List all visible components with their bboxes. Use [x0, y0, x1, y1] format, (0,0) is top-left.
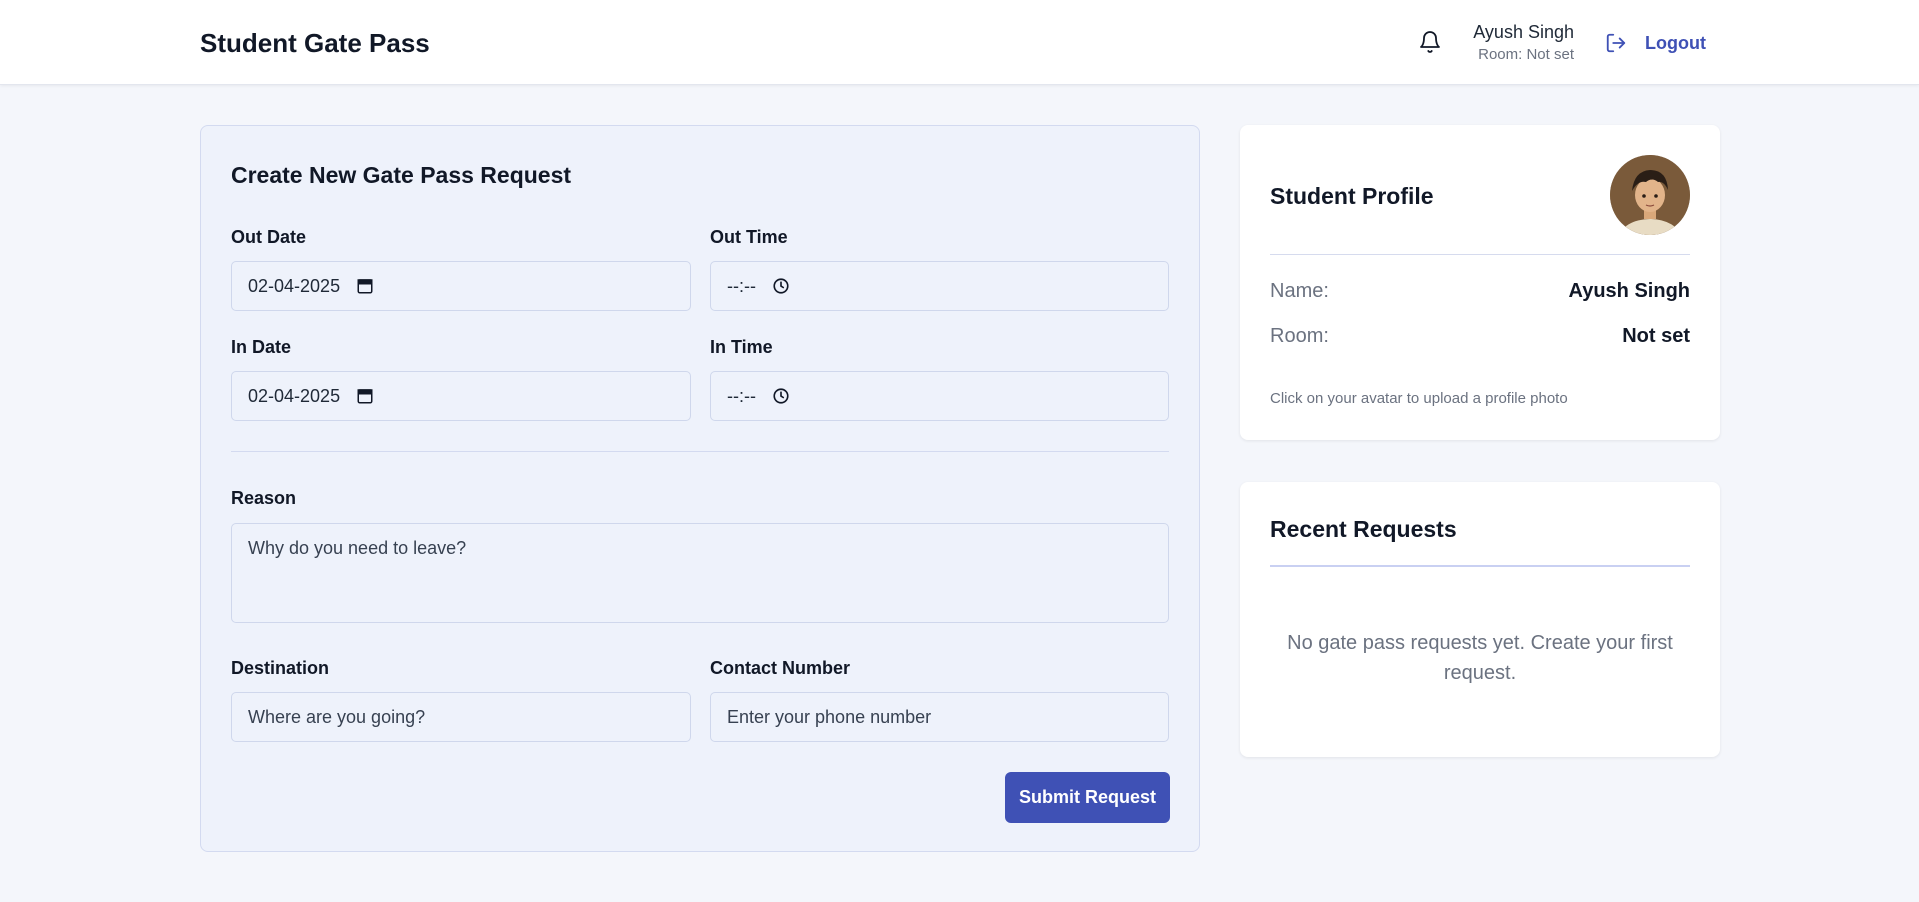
destination-label: Destination	[231, 658, 330, 678]
contact-placeholder: Enter your phone number	[727, 706, 932, 727]
recent-requests-card: Recent Requests No gate pass requests ye…	[1240, 482, 1720, 757]
logout-label: Logout	[1645, 32, 1706, 53]
destination-input[interactable]: Where are you going?	[231, 692, 691, 742]
recent-requests-title: Recent Requests	[1270, 516, 1457, 542]
clock-icon[interactable]	[772, 277, 790, 295]
out-time-input[interactable]: --:--	[710, 261, 1169, 311]
logout-button[interactable]: Logout	[1605, 30, 1706, 56]
calendar-icon[interactable]	[356, 387, 374, 405]
logout-icon	[1605, 32, 1627, 54]
out-time-label: Out Time	[710, 227, 788, 247]
form-divider	[231, 451, 1169, 452]
clock-icon[interactable]	[772, 387, 790, 405]
form-title: Create New Gate Pass Request	[231, 162, 572, 188]
out-date-value: 02-04-2025	[248, 275, 341, 296]
contact-label: Contact Number	[710, 658, 851, 678]
user-room: Room: Not set	[1478, 46, 1574, 63]
destination-placeholder: Where are you going?	[248, 706, 426, 727]
user-name: Ayush Singh	[1473, 22, 1574, 42]
profile-room-row: Room: Not set	[1270, 325, 1690, 348]
name-key: Name:	[1270, 280, 1329, 302]
name-value: Ayush Singh	[1568, 280, 1690, 302]
reason-label: Reason	[231, 488, 297, 508]
in-time-value: --:--	[727, 385, 756, 406]
out-time-value: --:--	[727, 275, 756, 296]
profile-title: Student Profile	[1270, 183, 1434, 209]
app-title: Student Gate Pass	[200, 28, 430, 58]
empty-state-message: No gate pass requests yet. Create your f…	[1287, 632, 1673, 684]
gate-pass-form-card: Create New Gate Pass Request Out Date 02…	[200, 125, 1200, 852]
profile-name-row: Name: Ayush Singh	[1270, 280, 1690, 303]
calendar-icon[interactable]	[356, 277, 374, 295]
out-date-label: Out Date	[231, 227, 307, 247]
room-key: Room:	[1270, 325, 1329, 347]
bell-icon[interactable]	[1418, 30, 1442, 54]
in-date-value: 02-04-2025	[248, 385, 341, 406]
in-date-label: In Date	[231, 337, 292, 357]
profile-divider	[1270, 254, 1690, 255]
recent-divider	[1270, 565, 1690, 567]
in-date-input[interactable]: 02-04-2025	[231, 371, 691, 421]
contact-number-input[interactable]: Enter your phone number	[710, 692, 1169, 742]
avatar-upload-hint: Click on your avatar to upload a profile…	[1270, 390, 1568, 407]
top-header: Student Gate Pass Ayush Singh Room: Not …	[0, 0, 1919, 85]
out-date-input[interactable]: 02-04-2025	[231, 261, 691, 311]
reason-textarea[interactable]: Why do you need to leave?	[231, 523, 1169, 623]
in-time-input[interactable]: --:--	[710, 371, 1169, 421]
avatar[interactable]	[1610, 155, 1690, 235]
room-value: Not set	[1622, 325, 1690, 347]
student-profile-card: Student Profile Name: Ayush Singh Room: …	[1240, 125, 1720, 440]
submit-request-button[interactable]: Submit Request	[1005, 772, 1170, 823]
in-time-label: In Time	[710, 337, 773, 357]
user-info: Ayush Singh Room: Not set	[1460, 22, 1574, 63]
